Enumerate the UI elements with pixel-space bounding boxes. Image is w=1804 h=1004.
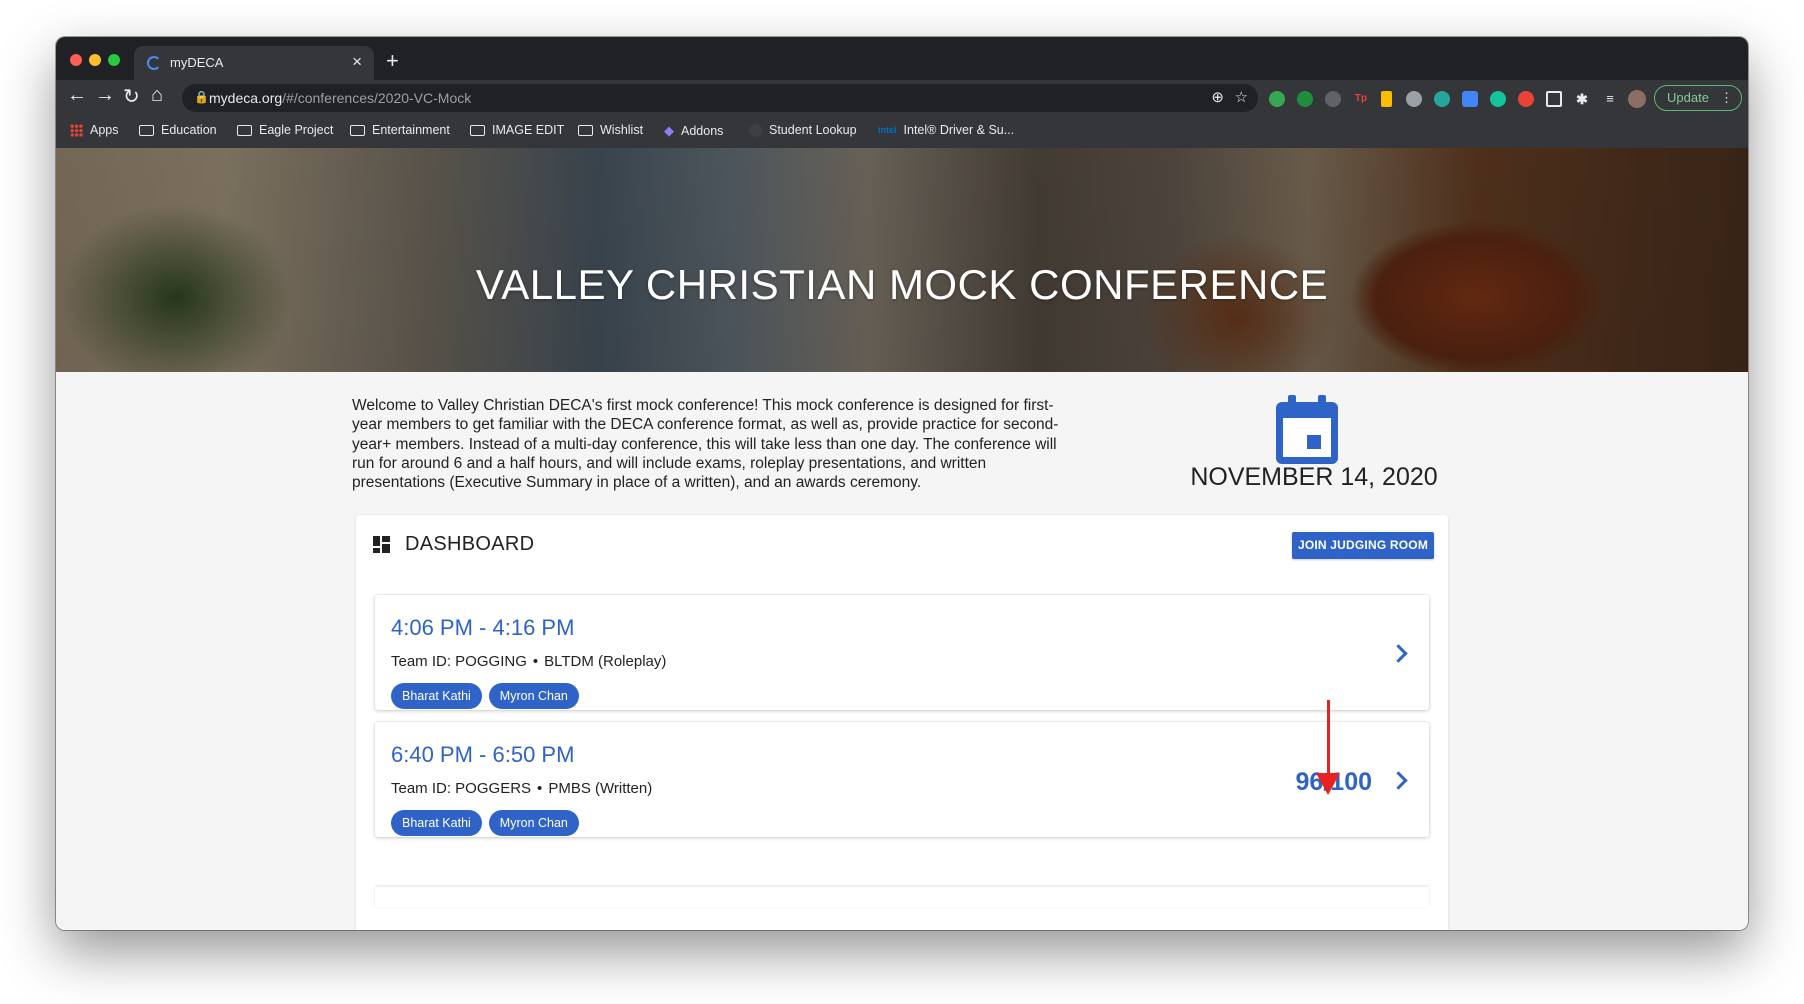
member-chips: Bharat Kathi Myron Chan [391, 683, 579, 709]
bookmark-apps[interactable]: Apps [70, 123, 119, 137]
time-slot: 4:06 PM - 4:16 PM [391, 615, 575, 640]
bookmark-label: Apps [90, 123, 119, 137]
window-close-button[interactable] [70, 54, 82, 66]
bookmark-entertainment[interactable]: Entertainment [350, 123, 450, 137]
conference-title: VALLEY CHRISTIAN MOCK CONFERENCE [475, 261, 1329, 308]
member-chips: Bharat Kathi Myron Chan [391, 810, 579, 836]
browser-window: myDECA × + ← → ↻ ⌂ 🔒 mydeca.org/#/confer… [56, 37, 1748, 930]
update-button[interactable]: Update ⋮ [1654, 85, 1742, 111]
address-bar[interactable]: 🔒 mydeca.org/#/conferences/2020-VC-Mock … [182, 84, 1258, 112]
folder-icon [139, 124, 154, 136]
mydeca-favicon-icon [147, 56, 161, 70]
annotation-arrow-head [1316, 773, 1340, 795]
globe-icon [749, 123, 762, 137]
bookmarks-bar: Apps Education Eagle Project Entertainme… [56, 116, 1748, 148]
folder-icon [578, 124, 593, 136]
reload-icon[interactable]: ↻ [123, 84, 140, 109]
folder-icon [237, 124, 252, 136]
chevron-right-icon[interactable] [1389, 771, 1408, 790]
bookmark-label: Wishlist [600, 123, 644, 137]
schedule-card-partial[interactable] [375, 887, 1429, 907]
new-tab-button[interactable]: + [386, 48, 399, 74]
folder-icon [470, 124, 485, 136]
translate-extension-icon[interactable] [1462, 91, 1478, 107]
bookmark-intel-driver[interactable]: intel Intel® Driver & Su... [878, 123, 1014, 137]
hero-banner-image: VALLEY CHRISTIAN MOCK CONFERENCE [56, 148, 1748, 372]
profile-avatar[interactable] [1628, 90, 1646, 108]
annotation-arrow-line [1327, 700, 1330, 775]
window-maximize-button[interactable] [108, 54, 120, 66]
separator-dot: • [537, 780, 543, 797]
forward-arrow-icon[interactable]: → [95, 84, 115, 107]
schedule-card[interactable]: 4:06 PM - 4:16 PM Team ID: POGGING • BLTDM… [375, 595, 1429, 710]
bookmark-label: Student Lookup [769, 123, 857, 137]
tab-strip: myDECA × + [56, 37, 1748, 80]
bookmark-label: Education [161, 123, 217, 137]
bookmark-label: Entertainment [372, 123, 450, 137]
schedule-card[interactable]: 6:40 PM - 6:50 PM Team ID: POGGERS • PMBS … [375, 722, 1429, 837]
addons-icon: ◆ [664, 123, 674, 138]
dashboard-grid-icon [373, 536, 390, 553]
google-drive-extension-icon[interactable] [1269, 91, 1285, 107]
bookmark-student-lookup[interactable]: Student Lookup [749, 123, 857, 137]
bookmark-eagle-project[interactable]: Eagle Project [237, 123, 333, 137]
intel-icon: intel [878, 125, 897, 135]
join-judging-room-button[interactable]: JOIN JUDGING ROOM [1292, 532, 1434, 559]
extensions-puzzle-icon[interactable]: ✱ [1574, 91, 1590, 107]
event-name: PMBS (Written) [548, 780, 653, 797]
bookmark-image-edit[interactable]: IMAGE EDIT [470, 123, 564, 137]
highlighter-extension-icon[interactable] [1381, 91, 1392, 107]
member-chip[interactable]: Bharat Kathi [391, 810, 482, 836]
bookmark-education[interactable]: Education [139, 123, 217, 137]
install-app-icon[interactable]: ⊕ [1211, 88, 1224, 106]
window-minimize-button[interactable] [89, 54, 101, 66]
page-content: VALLEY CHRISTIAN MOCK CONFERENCE Welcome… [56, 148, 1748, 930]
browser-toolbar: ← → ↻ ⌂ 🔒 mydeca.org/#/conferences/2020-… [56, 80, 1748, 116]
url-text[interactable]: mydeca.org/#/conferences/2020-VC-Mock [209, 90, 471, 106]
back-arrow-icon[interactable]: ← [67, 84, 87, 107]
window-extension-icon[interactable] [1546, 91, 1562, 107]
card-details: Team ID: POGGERS • PMBS (Written) [391, 780, 652, 797]
team-id: Team ID: POGGERS [391, 780, 532, 797]
adblock-extension-icon[interactable] [1518, 91, 1534, 107]
grammarly-extension-icon[interactable] [1490, 91, 1506, 107]
event-name: BLTDM (Roleplay) [544, 653, 667, 670]
media-control-icon[interactable]: ≡ [1602, 91, 1618, 107]
lock-icon[interactable]: 🔒 [194, 90, 209, 104]
update-label: Update [1667, 90, 1709, 105]
folder-icon [350, 124, 365, 136]
bookmark-label: Intel® Driver & Su... [903, 123, 1015, 137]
member-chip[interactable]: Myron Chan [488, 810, 579, 836]
separator-dot: • [532, 653, 539, 670]
home-icon[interactable]: ⌂ [151, 84, 163, 107]
dashboard-title: DASHBOARD [405, 533, 535, 555]
bookmark-wishlist[interactable]: Wishlist [578, 123, 643, 137]
chevron-right-icon[interactable] [1389, 644, 1408, 663]
member-chip[interactable]: Bharat Kathi [391, 683, 482, 709]
tab-mydeca[interactable]: myDECA × [134, 46, 374, 80]
team-id: Team ID: POGGING [391, 653, 527, 670]
openai-extension-icon[interactable] [1406, 91, 1422, 107]
calendar-icon [1276, 395, 1338, 464]
bookmark-label: IMAGE EDIT [492, 123, 565, 137]
card-details: Team ID: POGGING • BLTDM (Roleplay) [391, 653, 666, 670]
tab-close-icon[interactable]: × [352, 52, 362, 72]
bookmark-label: Eagle Project [259, 123, 334, 137]
tp-extension-icon[interactable]: Tp [1353, 91, 1369, 107]
chat-extension-icon[interactable] [1297, 91, 1313, 107]
privacy-extension-icon[interactable] [1325, 91, 1341, 107]
dashboard-panel: DASHBOARD JOIN JUDGING ROOM 4:06 PM - 4:… [356, 515, 1448, 930]
apps-grid-icon [70, 123, 83, 137]
menu-dots-icon[interactable]: ⋮ [1720, 86, 1733, 109]
event-date: NOVEMBER 14, 2020 [1190, 463, 1438, 491]
tab-title: myDECA [170, 55, 224, 70]
bookmark-star-icon[interactable]: ☆ [1235, 88, 1248, 106]
time-slot: 6:40 PM - 6:50 PM [391, 742, 575, 767]
intro-paragraph: Welcome to Valley Christian DECA's first… [352, 397, 1059, 492]
bookmark-label: Addons [681, 124, 724, 138]
member-chip[interactable]: Myron Chan [488, 683, 579, 709]
bookmark-addons[interactable]: ◆ Addons [664, 123, 723, 139]
grammarly-badge-extension-icon[interactable] [1434, 91, 1450, 107]
